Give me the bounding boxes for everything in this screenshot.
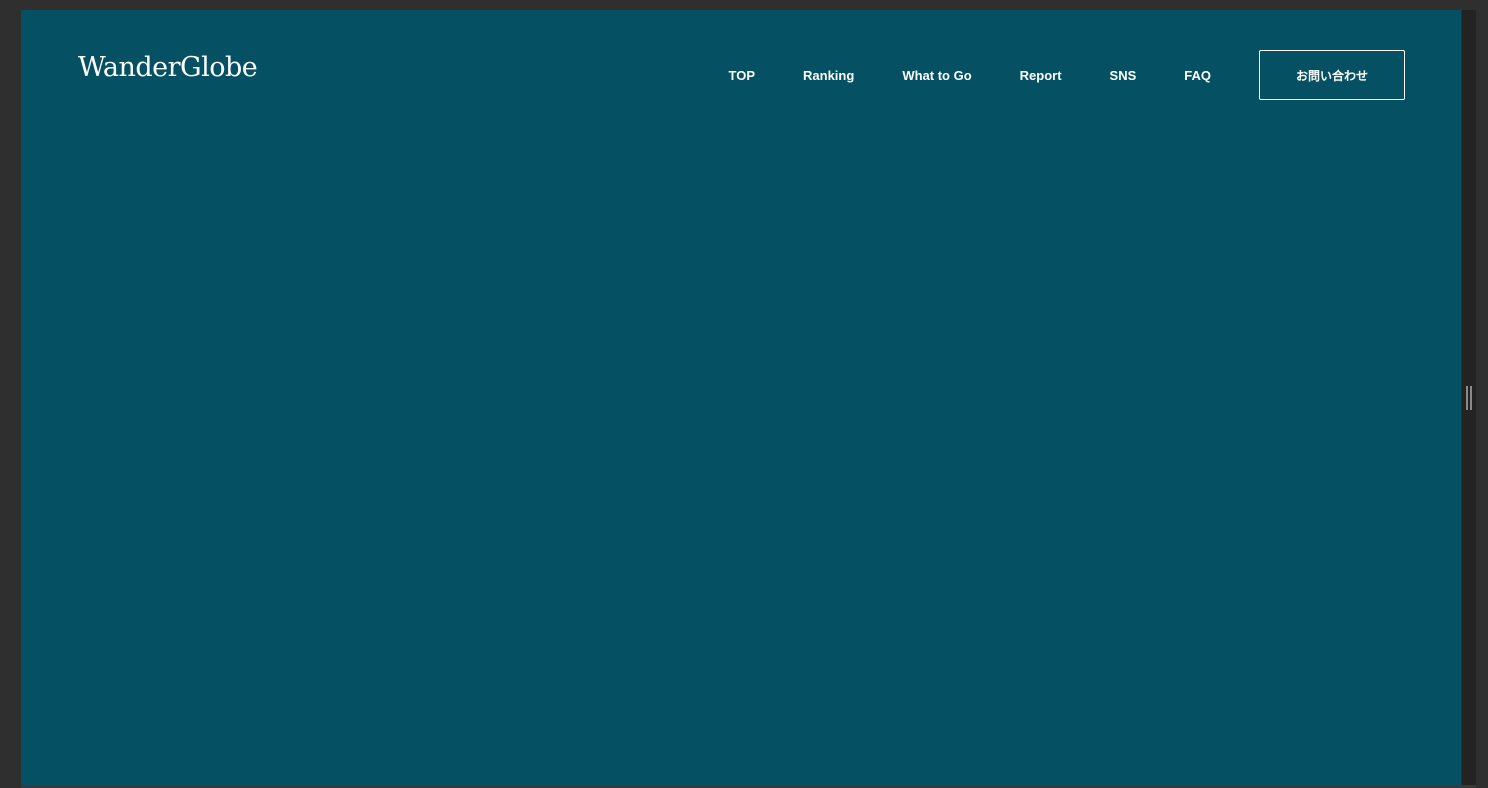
main-nav: TOP Ranking What to Go Report SNS FAQ お問… bbox=[729, 50, 1405, 100]
site-logo[interactable]: WanderGlobe bbox=[78, 54, 258, 81]
nav-item-ranking[interactable]: Ranking bbox=[803, 68, 854, 83]
hero-area bbox=[22, 140, 1461, 785]
site-header: WanderGlobe TOP Ranking What to Go Repor… bbox=[22, 10, 1461, 140]
contact-button[interactable]: お問い合わせ bbox=[1259, 50, 1405, 100]
grip-bar bbox=[1470, 386, 1472, 410]
nav-item-sns[interactable]: SNS bbox=[1110, 68, 1137, 83]
page-viewport: WanderGlobe TOP Ranking What to Go Repor… bbox=[21, 10, 1461, 785]
grip-bar bbox=[1466, 386, 1468, 410]
nav-item-what-to-go[interactable]: What to Go bbox=[902, 68, 971, 83]
nav-item-faq[interactable]: FAQ bbox=[1184, 68, 1211, 83]
nav-item-report[interactable]: Report bbox=[1020, 68, 1062, 83]
vertical-grip-icon[interactable] bbox=[1466, 386, 1472, 410]
nav-item-top[interactable]: TOP bbox=[729, 68, 756, 83]
browser-frame: WanderGlobe TOP Ranking What to Go Repor… bbox=[0, 0, 1488, 788]
